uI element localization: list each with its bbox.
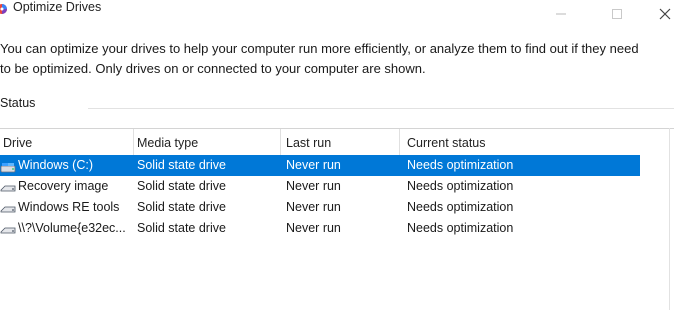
drive-icon xyxy=(0,202,16,213)
table-row[interactable]: \\?\Volume{e32ec... Solid state drive Ne… xyxy=(0,218,640,239)
drive-icon xyxy=(0,160,16,173)
media-type: Solid state drive xyxy=(137,179,226,193)
drive-name: Windows RE tools xyxy=(18,200,120,214)
status-group-label: Status xyxy=(0,96,36,110)
close-icon xyxy=(659,8,671,20)
drive-name: Windows (C:) xyxy=(18,158,94,172)
list-header: Drive Media type Last run Current status xyxy=(0,129,674,155)
maximize-icon xyxy=(612,9,622,19)
minimize-button[interactable] xyxy=(538,0,584,28)
column-divider[interactable] xyxy=(399,129,400,155)
drive-name: Recovery image xyxy=(18,179,109,193)
last-run: Never run xyxy=(286,158,341,172)
column-header-media-type[interactable]: Media type xyxy=(137,129,279,155)
description-line-2: to be optimized. Only drives on or conne… xyxy=(0,61,426,76)
window-title: Optimize Drives xyxy=(13,0,102,14)
media-type: Solid state drive xyxy=(137,158,226,172)
status-divider xyxy=(88,108,674,109)
current-status: Needs optimization xyxy=(407,221,514,235)
drives-list[interactable]: Drive Media type Last run Current status… xyxy=(0,128,674,311)
list-border xyxy=(669,128,670,310)
table-row[interactable]: Recovery image Solid state drive Never r… xyxy=(0,176,640,197)
column-divider[interactable] xyxy=(280,129,281,155)
last-run: Never run xyxy=(286,221,341,235)
optimize-drives-icon xyxy=(0,2,8,14)
media-type: Solid state drive xyxy=(137,200,226,214)
media-type: Solid state drive xyxy=(137,221,226,235)
current-status: Needs optimization xyxy=(407,179,514,193)
column-header-drive[interactable]: Drive xyxy=(3,129,133,155)
description-line-1: You can optimize your drives to help you… xyxy=(0,41,639,56)
minimize-icon xyxy=(556,13,566,15)
description-text: You can optimize your drives to help you… xyxy=(0,39,660,79)
drive-name: \\?\Volume{e32ec... xyxy=(18,221,126,235)
column-divider[interactable] xyxy=(133,129,134,155)
current-status: Needs optimization xyxy=(407,158,514,172)
table-row[interactable]: Windows (C:) Solid state drive Never run… xyxy=(0,155,640,176)
table-row[interactable]: Windows RE tools Solid state drive Never… xyxy=(0,197,640,218)
last-run: Never run xyxy=(286,200,341,214)
close-button[interactable] xyxy=(642,0,674,28)
current-status: Needs optimization xyxy=(407,200,514,214)
column-header-last-run[interactable]: Last run xyxy=(286,129,398,155)
title-bar[interactable]: Optimize Drives xyxy=(0,0,674,28)
last-run: Never run xyxy=(286,179,341,193)
drive-icon xyxy=(0,181,16,192)
column-header-current-status[interactable]: Current status xyxy=(407,129,637,155)
drive-icon xyxy=(0,223,16,234)
optimize-drives-window: Optimize Drives You can optimize your dr… xyxy=(0,0,674,310)
maximize-button[interactable] xyxy=(594,0,640,28)
